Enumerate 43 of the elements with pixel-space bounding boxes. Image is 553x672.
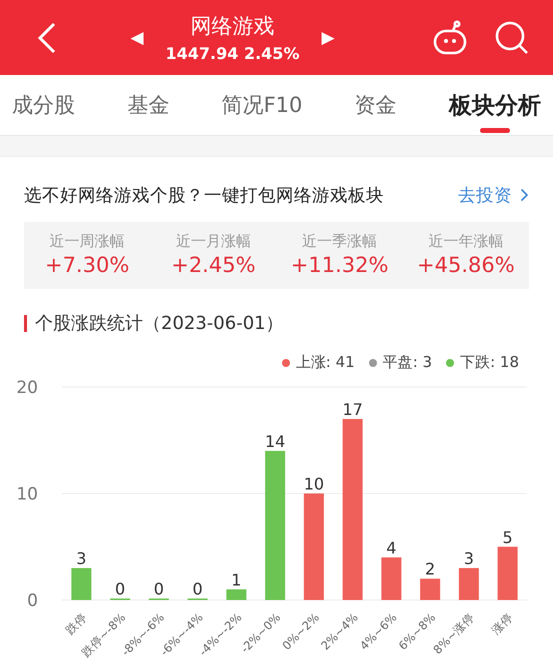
data-label: 1 [231, 570, 242, 590]
axis-category-label: 跌停 [62, 610, 90, 638]
invest-link[interactable]: 去投资 [458, 183, 529, 207]
axis-tick-label: 20 [16, 378, 38, 398]
axis-tick-label: 0 [27, 591, 38, 611]
data-label: 5 [502, 528, 513, 547]
data-label: 0 [115, 580, 126, 598]
section-title: 个股涨跌统计（2023-06-01） [35, 312, 284, 335]
sector-title: 网络游戏 [190, 13, 274, 40]
legend-label: 下跌: 18 [460, 353, 519, 372]
period-return: +45.86% [417, 253, 515, 277]
axis-category-label: 涨停 [488, 610, 516, 638]
data-label: 3 [464, 549, 474, 568]
chevron-icon [520, 188, 529, 202]
tab[interactable]: 板块分析 [449, 75, 541, 135]
legend-label: 平盘: 3 [382, 353, 432, 372]
robot-icon[interactable] [431, 18, 469, 56]
sector-quote: 1447.94 2.45% [166, 44, 300, 63]
period-label: 近一年涨幅 [428, 232, 504, 251]
data-label: 0 [154, 580, 164, 598]
legend-label: 上涨: 41 [296, 353, 355, 372]
data-label: 17 [342, 400, 363, 419]
tab[interactable]: 基金 [127, 75, 170, 135]
tab[interactable]: 资金 [354, 75, 397, 135]
period-return: +2.45% [171, 253, 256, 277]
data-label: 2 [425, 560, 436, 579]
back-icon[interactable] [36, 20, 58, 54]
period-return: +7.30% [44, 253, 130, 277]
data-label: 3 [76, 549, 86, 568]
next-arrow[interactable]: ▶ [321, 28, 335, 48]
previous-arrow[interactable]: ◀ [130, 28, 144, 48]
tab[interactable]: 简况F10 [222, 75, 302, 135]
data-label: 14 [264, 432, 286, 451]
period-return: +11.32% [290, 253, 388, 277]
data-label: 4 [386, 538, 396, 558]
axis-tick-label: 10 [16, 484, 38, 504]
data-label: 0 [192, 580, 203, 598]
promo-text: 选不好网络游戏个股？一键打包网络游戏板块 [24, 185, 384, 207]
data-label: 10 [304, 474, 324, 494]
period-label: 近一月涨幅 [176, 232, 251, 251]
tab[interactable]: 成分股 [12, 75, 75, 135]
period-label: 近一季涨幅 [302, 232, 378, 251]
period-label: 近一周涨幅 [50, 232, 125, 251]
